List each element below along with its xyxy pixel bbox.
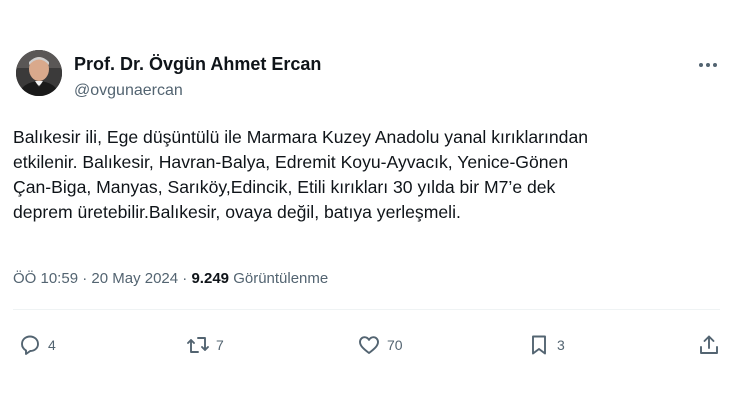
tweet-text-line: deprem üretebilir.Balıkesir, ovaya değil… [13,202,461,222]
more-options-button[interactable] [694,54,722,76]
tweet-date[interactable]: 20 May 2024 [91,270,178,287]
like-count: 70 [387,337,403,353]
meta-separator: · [82,270,92,287]
action-bar: 4 7 70 3 [0,330,730,360]
author-block: Prof. Dr. Övgün Ahmet Ercan @ovgunaercan [74,53,321,101]
views-label: Görüntülenme [233,270,329,287]
share-icon [700,335,718,354]
author-display-name[interactable]: Prof. Dr. Övgün Ahmet Ercan [74,53,321,75]
reply-count: 4 [48,337,56,353]
like-icon [359,336,379,354]
tweet-text: Balıkesir ili, Ege düşüntülü ile Marmara… [13,125,723,225]
share-button[interactable] [697,330,721,360]
more-icon [699,63,717,67]
reply-button[interactable]: 4 [18,330,56,360]
avatar-image [16,50,62,96]
tweet-time[interactable]: ÖÖ 10:59 [13,270,78,287]
author-handle[interactable]: @ovgunaercan [74,81,321,101]
bookmark-icon [532,335,546,355]
bookmark-count: 3 [557,337,565,353]
divider [13,309,720,310]
views-count: 9.249 [191,270,234,287]
tweet-text-line: etkilenir. Balıkesir, Havran-Balya, Edre… [13,152,569,172]
repost-count: 7 [216,337,224,353]
bookmark-button[interactable]: 3 [527,330,565,360]
tweet-text-line: Balıkesir ili, Ege düşüntülü ile Marmara… [13,127,589,147]
reply-icon [21,335,39,355]
repost-button[interactable]: 7 [186,330,224,360]
repost-icon [187,337,209,353]
tweet-text-line: Çan-Biga, Manyas, Sarıköy,Edincik, Etili… [13,177,556,197]
avatar[interactable] [16,50,62,96]
tweet-card: Prof. Dr. Övgün Ahmet Ercan @ovgunaercan… [0,0,730,420]
tweet-meta: ÖÖ 10:59 · 20 May 2024 · 9.249 Görüntüle… [13,270,328,287]
like-button[interactable]: 70 [357,330,403,360]
